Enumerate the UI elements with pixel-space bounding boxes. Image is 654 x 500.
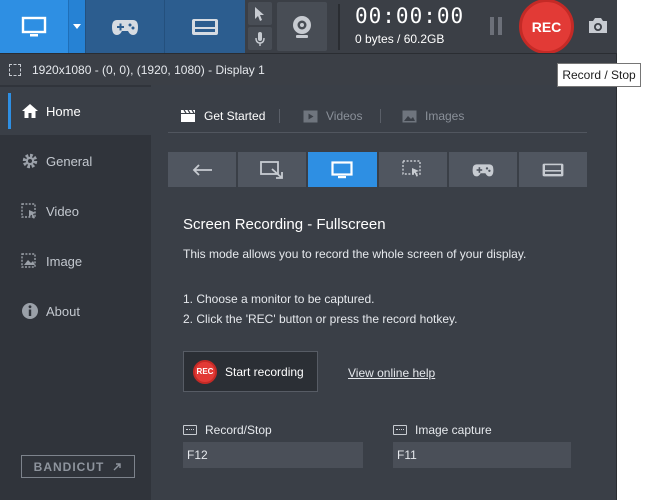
hotkey-label-text: Record/Stop: [205, 423, 272, 437]
picture-icon: [402, 110, 417, 122]
microphone-icon: [255, 31, 265, 46]
mode-description: This mode allows you to record the whole…: [183, 247, 527, 261]
sidebar-item-label: Video: [46, 203, 80, 219]
cursor-icon: [255, 6, 264, 21]
tab-divider: [380, 109, 381, 123]
sidebar-item-image[interactable]: Image: [0, 237, 151, 285]
mode-dropdown-button[interactable]: [68, 0, 85, 53]
cursor-effect-toggle[interactable]: [248, 2, 272, 25]
tab-label: Images: [425, 109, 465, 123]
pause-bar: [490, 17, 494, 35]
record-button[interactable]: REC: [519, 0, 574, 54]
dashed-area-cursor-icon: [401, 159, 421, 177]
mode-rectangle-button[interactable]: [238, 152, 307, 187]
content-tabs: Get Started Videos Images: [168, 100, 587, 133]
camera-icon: [589, 18, 607, 33]
capture-hotkey-field[interactable]: F11: [393, 442, 571, 468]
file-size-readout: 0 bytes / 60.2GB: [355, 32, 445, 46]
recording-timer: 00:00:00: [355, 4, 465, 28]
bandicut-button[interactable]: BANDICUT: [21, 455, 135, 478]
record-hotkey-field[interactable]: F12: [183, 442, 363, 468]
mode-game-button[interactable]: [448, 152, 517, 187]
tab-label: Videos: [326, 109, 363, 123]
clapper-icon: [181, 109, 195, 122]
capture-area-text: 1920x1080 - (0, 0), (1920, 1080) - Displ…: [32, 63, 265, 77]
sidebar-item-label: Home: [46, 103, 81, 119]
hdmi-icon: [192, 18, 218, 35]
monitor-icon: [331, 160, 354, 178]
gear-icon: [20, 151, 40, 171]
sidebar-item-label: About: [46, 303, 80, 319]
start-recording-button[interactable]: REC Start recording: [183, 351, 318, 392]
mode-fullscreen-button[interactable]: [308, 152, 377, 187]
recording-mode-bar: [168, 152, 588, 187]
window-edge: [616, 53, 617, 500]
gamepad-icon: [472, 163, 494, 176]
hotkey-label-capture: Image capture: [393, 423, 492, 437]
device-toggles: [248, 2, 274, 51]
keyboard-icon: [393, 425, 407, 435]
online-help-link[interactable]: View online help: [348, 366, 435, 380]
arrow-left-icon: [192, 163, 213, 176]
game-mode-button[interactable]: [85, 0, 164, 53]
capture-info-bar: 1920x1080 - (0, 0), (1920, 1080) - Displ…: [0, 53, 617, 85]
tab-videos[interactable]: Videos: [303, 106, 362, 126]
image-icon: [20, 251, 40, 271]
info-icon: [20, 301, 40, 321]
fullscreen-mode-button[interactable]: [0, 0, 68, 53]
screenshot-button[interactable]: [586, 14, 610, 38]
keyboard-icon: [183, 425, 197, 435]
sidebar-item-about[interactable]: About: [0, 287, 151, 335]
main-panel: Get Started Videos Images Screen Recordi…: [151, 85, 617, 500]
rec-badge-icon: REC: [193, 359, 217, 384]
sidebar-item-home[interactable]: Home: [0, 87, 151, 135]
tab-divider: [279, 109, 280, 123]
sidebar: Home General Video Image About BANDICUT: [0, 85, 151, 500]
instruction-step: 1. Choose a monitor to be captured.: [183, 292, 375, 306]
tab-label: Get Started: [204, 109, 266, 123]
hotkey-label-record: Record/Stop: [183, 423, 272, 437]
page-title: Screen Recording - Fullscreen: [183, 216, 386, 233]
sidebar-item-label: Image: [46, 253, 83, 269]
mode-back-button[interactable]: [168, 152, 237, 187]
rectangle-area-icon: [260, 160, 284, 179]
mode-hdmi-button[interactable]: [518, 152, 588, 187]
microphone-toggle[interactable]: [248, 27, 272, 50]
top-toolbar: 00:00:00 0 bytes / 60.2GB REC: [0, 0, 617, 54]
pause-button[interactable]: [487, 17, 505, 35]
tab-get-started[interactable]: Get Started: [180, 106, 265, 126]
webcam-icon: [293, 15, 311, 38]
mode-around-mouse-button[interactable]: [378, 152, 447, 187]
bandicut-label: BANDICUT: [33, 459, 105, 474]
record-tooltip: Record / Stop: [557, 63, 641, 87]
video-icon: [20, 201, 40, 221]
external-link-icon: [113, 462, 122, 470]
gamepad-icon: [112, 19, 138, 35]
instruction-step: 2. Click the 'REC' button or press the r…: [183, 312, 458, 326]
sidebar-item-general[interactable]: General: [0, 137, 151, 185]
monitor-icon: [21, 16, 47, 36]
sidebar-item-label: General: [46, 153, 93, 169]
hdmi-mode-button[interactable]: [164, 0, 245, 53]
play-icon: [303, 110, 318, 122]
pause-bar: [498, 17, 502, 35]
webcam-toggle[interactable]: [277, 2, 327, 51]
sidebar-item-video[interactable]: Video: [0, 187, 151, 235]
toolbar-divider: [338, 4, 340, 50]
selection-area-icon: [9, 64, 21, 76]
home-icon: [20, 101, 40, 121]
hotkey-label-text: Image capture: [415, 423, 492, 437]
start-recording-label: Start recording: [225, 364, 304, 379]
hdmi-icon: [542, 163, 564, 176]
tab-images[interactable]: Images: [402, 106, 464, 126]
chevron-down-icon: [73, 23, 81, 29]
